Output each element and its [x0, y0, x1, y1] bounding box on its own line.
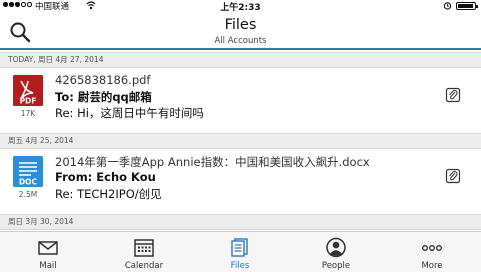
section-header-today: TODAY, 周日 4月 27, 2014	[0, 52, 481, 68]
pdf-file-icon: PDF	[13, 75, 43, 106]
tab-mail[interactable]: Mail	[0, 232, 96, 272]
attachment-icon[interactable]	[445, 87, 461, 103]
pdf-type-label: PDF	[20, 97, 37, 106]
section-header-march: 周日 3月 30, 2014	[0, 214, 481, 230]
tab-label: Mail	[39, 261, 57, 271]
file-name: 2014年第一季度App Annie指数：中国和美国收入飙升.docx	[55, 155, 370, 169]
people-icon	[326, 237, 346, 258]
tab-label: People	[321, 261, 351, 271]
file-name: 4265838186.pdf	[55, 73, 151, 87]
more-icon	[422, 245, 442, 251]
files-icon	[231, 238, 248, 257]
nav-bar: Files All Accounts	[0, 12, 481, 50]
file-correspondent: To: 尉芸的qq邮箱	[55, 90, 152, 104]
attachment-icon[interactable]	[445, 168, 461, 184]
file-row[interactable]: DOC 2.5M 2014年第一季度App Annie指数：中国和美国收入飙升.…	[0, 149, 481, 213]
section-header-friday: 周五 4月 25, 2014	[0, 133, 481, 149]
page-title: Files	[224, 17, 257, 33]
file-message-subject: Re: TECH2IPO/创见	[55, 187, 162, 201]
calendar-icon	[134, 239, 154, 257]
account-filter[interactable]: All Accounts	[0, 36, 481, 46]
tab-calendar[interactable]: Calendar	[96, 232, 192, 272]
tab-bar: Mail Calendar Files People More	[0, 231, 481, 272]
battery-icon	[456, 2, 478, 10]
tab-people[interactable]: People	[288, 232, 384, 272]
file-size: 17K	[20, 109, 36, 118]
doc-type-label: DOC	[19, 178, 38, 187]
mail-icon	[38, 241, 58, 255]
tab-files[interactable]: Files	[192, 232, 288, 272]
tab-more[interactable]: More	[384, 232, 480, 272]
tab-label: Files	[230, 261, 250, 271]
tab-label: More	[421, 261, 443, 271]
nav-accent-line	[0, 48, 481, 50]
tab-label: Calendar	[124, 261, 164, 271]
file-correspondent: From: Echo Kou	[55, 170, 156, 184]
status-bar: 中国联通 上午2:33	[0, 0, 481, 13]
file-message-subject: Re: Hi，这周日中午有时间吗	[55, 106, 204, 120]
file-row[interactable]: PDF 17K 4265838186.pdf To: 尉芸的qq邮箱 Re: H…	[0, 68, 481, 132]
doc-file-icon: DOC	[13, 156, 43, 187]
alarm-icon	[443, 2, 452, 10]
file-size: 2.5M	[18, 190, 38, 199]
